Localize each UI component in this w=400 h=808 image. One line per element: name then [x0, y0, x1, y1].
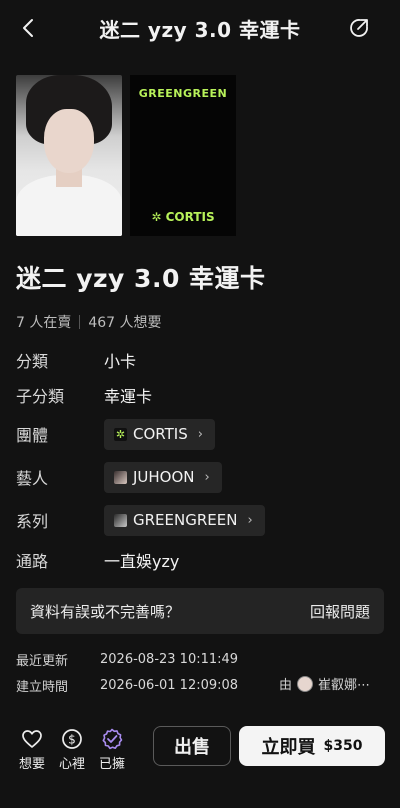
channel-label: 通路: [16, 552, 49, 571]
row-subcategory: 子分類 幸運卡: [16, 378, 152, 412]
chevron-right-icon: ›: [197, 426, 203, 442]
owned-action[interactable]: 已擁: [94, 728, 130, 772]
created-row: 建立時間 2026-06-01 12:09:08: [16, 676, 238, 695]
category-label: 分類: [16, 352, 49, 371]
created-value: 2026-06-01 12:09:08: [100, 678, 239, 693]
buy-now-label: 立即買: [261, 737, 316, 758]
artist-chip-label: JUHOON: [133, 468, 195, 486]
subcategory-label: 子分類: [16, 387, 65, 406]
want-action[interactable]: 想要: [14, 728, 50, 772]
heart-icon: [22, 730, 42, 748]
wanting-count[interactable]: 467 人想要: [88, 312, 161, 332]
report-issue-link[interactable]: 回報問題: [310, 601, 370, 622]
series-thumbnail-icon: [114, 513, 127, 527]
updated-value: 2026-08-23 10:11:49: [100, 652, 239, 667]
series-label: 系列: [16, 512, 49, 531]
creator-avatar: [296, 675, 313, 692]
artist-chip[interactable]: JUHOON ›: [104, 461, 222, 493]
report-banner: 資料有誤或不完善嗎？ 回報問題: [16, 588, 384, 634]
owned-check-icon: [102, 728, 123, 750]
page-title: 迷二 yzy 3.0 幸運卡: [99, 17, 301, 42]
card-back-brand: ✲ CORTIS: [151, 210, 215, 224]
artist-label: 藝人: [16, 469, 49, 488]
created-label: 建立時間: [16, 680, 69, 695]
chevron-right-icon: ›: [204, 469, 210, 485]
bottom-action-bar: 想要 $ 心裡 已擁 出售 立即買 $350: [0, 712, 400, 808]
series-chip-label: GREENGREEN: [133, 511, 238, 529]
row-channel: 通路 一直娛yzy: [16, 543, 179, 577]
card-back-series-text: GREENGREEN: [138, 87, 228, 100]
market-stats: 7 人在賣 467 人想要: [16, 312, 162, 332]
owned-label: 已擁: [98, 757, 125, 772]
card-back-image[interactable]: GREENGREEN ✲ CORTIS: [130, 75, 236, 236]
subcategory-value: 幸運卡: [104, 387, 153, 406]
sell-button[interactable]: 出售: [153, 726, 231, 766]
group-chip-label: CORTIS: [133, 425, 188, 443]
cortis-logo-icon: ✲: [114, 427, 127, 441]
row-group: 團體 ✲ CORTIS ›: [16, 417, 215, 451]
svg-text:$: $: [68, 733, 76, 747]
updated-row: 最近更新 2026-08-23 10:11:49: [16, 650, 238, 669]
channel-value: 一直娛yzy: [104, 552, 180, 571]
dollar-circle-icon: $: [62, 729, 82, 749]
updated-label: 最近更新: [16, 654, 69, 669]
heart-mind-action[interactable]: $ 心裡: [54, 728, 90, 772]
series-chip[interactable]: GREENGREEN ›: [104, 504, 265, 536]
stats-divider: [79, 315, 81, 329]
sell-button-label: 出售: [174, 737, 210, 758]
row-category: 分類 小卡: [16, 343, 136, 377]
want-label: 想要: [18, 757, 45, 772]
product-title: 迷二 yzy 3.0 幸運卡: [16, 264, 266, 293]
card-front-image[interactable]: [16, 75, 122, 236]
creator-prefix: 由: [278, 678, 292, 693]
category-value: 小卡: [104, 352, 137, 371]
share-icon[interactable]: [348, 17, 370, 39]
artist-thumbnail-icon: [114, 470, 127, 484]
heart-mind-label: 心裡: [58, 757, 85, 772]
back-arrow-icon[interactable]: [18, 17, 40, 39]
buy-now-button[interactable]: 立即買 $350: [239, 726, 385, 766]
row-series: 系列 GREENGREEN ›: [16, 503, 265, 537]
face: [44, 109, 94, 173]
report-question: 資料有誤或不完善嗎？: [30, 602, 181, 621]
group-chip[interactable]: ✲ CORTIS ›: [104, 418, 215, 450]
buy-price: $350: [323, 738, 363, 754]
row-artist: 藝人 JUHOON ›: [16, 460, 222, 494]
card-back-brand-text: CORTIS: [165, 210, 215, 224]
creator-name: 崔叡娜⋯: [317, 678, 370, 693]
selling-count[interactable]: 7 人在賣: [16, 312, 71, 332]
creator-info[interactable]: 由 崔叡娜⋯: [279, 674, 370, 693]
top-bar: 迷二 yzy 3.0 幸運卡: [0, 0, 400, 56]
group-label: 團體: [16, 426, 49, 445]
chevron-right-icon: ›: [247, 512, 253, 528]
